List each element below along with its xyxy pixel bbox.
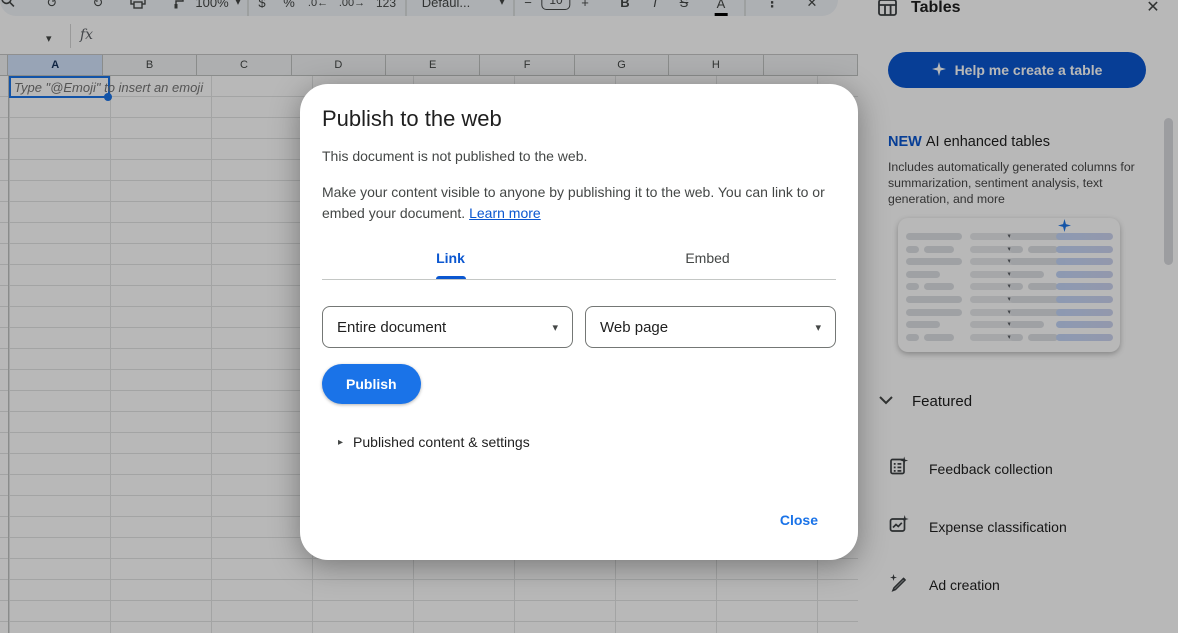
dialog-status-text: This document is not published to the we…: [322, 148, 587, 164]
disclosure-label: Published content & settings: [353, 434, 530, 450]
sheets-app: ↺ ↻ 100% ▾ $ % .0← .00→ 123 Defaul... ▾ …: [0, 0, 1178, 633]
format-select-value: Web page: [600, 319, 668, 336]
content-select-value: Entire document: [337, 319, 446, 336]
chevron-right-icon: ▸: [338, 437, 343, 448]
format-select-dropdown[interactable]: Web page ▾: [585, 306, 836, 348]
tab-link-label: Link: [436, 250, 465, 266]
dialog-description-text: Make your content visible to anyone by p…: [322, 184, 825, 221]
tab-link[interactable]: Link: [322, 236, 579, 279]
publish-button[interactable]: Publish: [322, 364, 421, 404]
learn-more-link[interactable]: Learn more: [469, 205, 541, 221]
active-tab-indicator: [436, 276, 466, 279]
content-select-dropdown[interactable]: Entire document ▾: [322, 306, 573, 348]
chevron-down-icon: ▾: [552, 321, 558, 334]
dialog-title: Publish to the web: [322, 106, 502, 132]
dialog-description: Make your content visible to anyone by p…: [322, 182, 838, 224]
close-dialog-button[interactable]: Close: [780, 512, 818, 528]
publish-options-row: Entire document ▾ Web page ▾: [322, 306, 836, 348]
publish-tabs: Link Embed: [322, 236, 836, 280]
tab-embed-label: Embed: [685, 250, 729, 266]
tab-embed[interactable]: Embed: [579, 236, 836, 279]
published-content-settings-toggle[interactable]: ▸ Published content & settings: [338, 434, 530, 450]
chevron-down-icon: ▾: [815, 321, 821, 334]
publish-to-web-dialog: Publish to the web This document is not …: [300, 84, 858, 560]
